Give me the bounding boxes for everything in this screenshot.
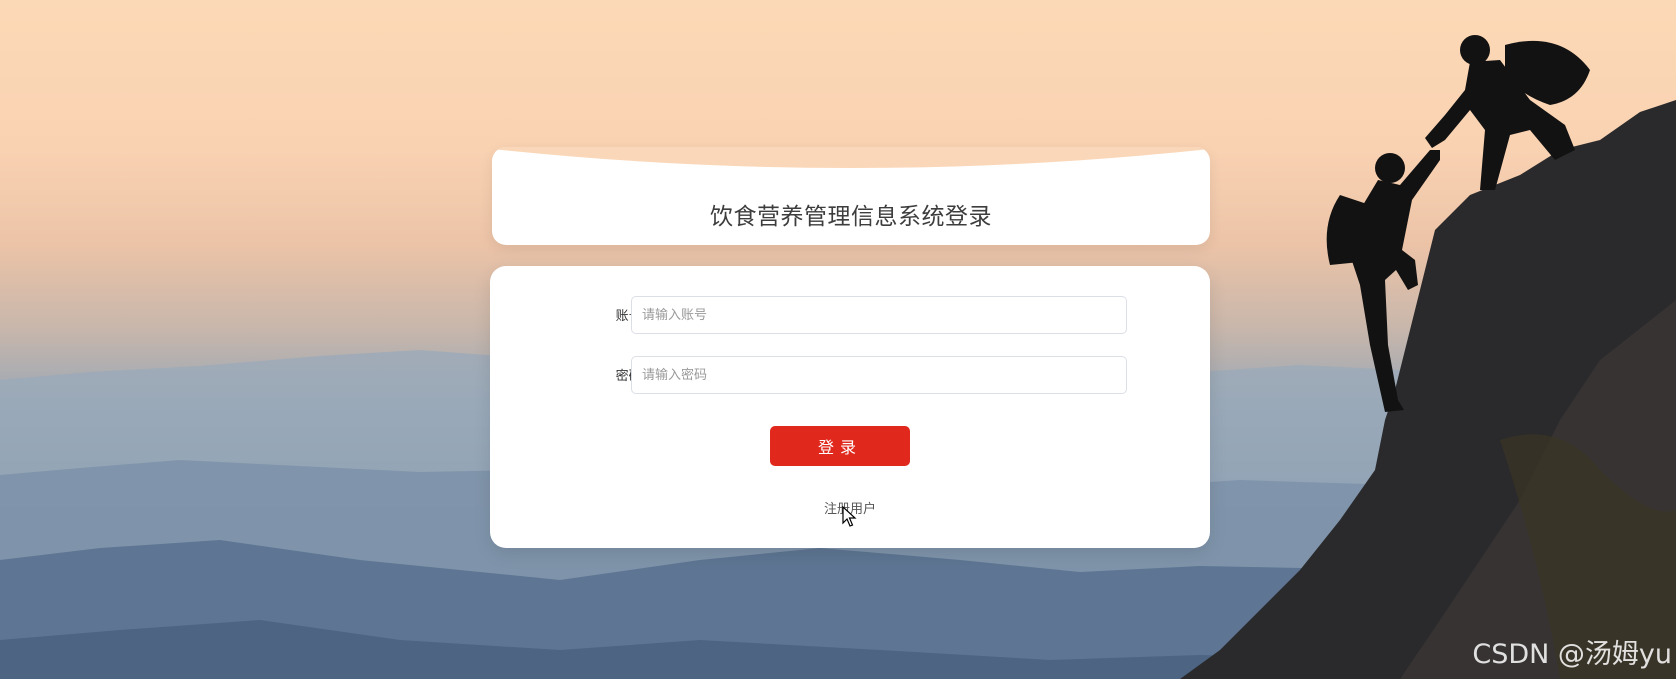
login-title-card: 饮食营养管理信息系统登录 xyxy=(492,147,1210,245)
account-input[interactable] xyxy=(631,296,1127,334)
account-row: 账号: xyxy=(490,296,1210,336)
password-row: 密码: xyxy=(490,356,1210,396)
title-card-curve xyxy=(492,147,1210,168)
password-input[interactable] xyxy=(631,356,1127,394)
watermark-text: CSDN @汤姆yu xyxy=(1472,639,1672,670)
mouse-cursor-icon xyxy=(842,506,857,527)
login-button[interactable]: 登录 xyxy=(770,426,910,466)
page-title: 饮食营养管理信息系统登录 xyxy=(710,204,992,230)
